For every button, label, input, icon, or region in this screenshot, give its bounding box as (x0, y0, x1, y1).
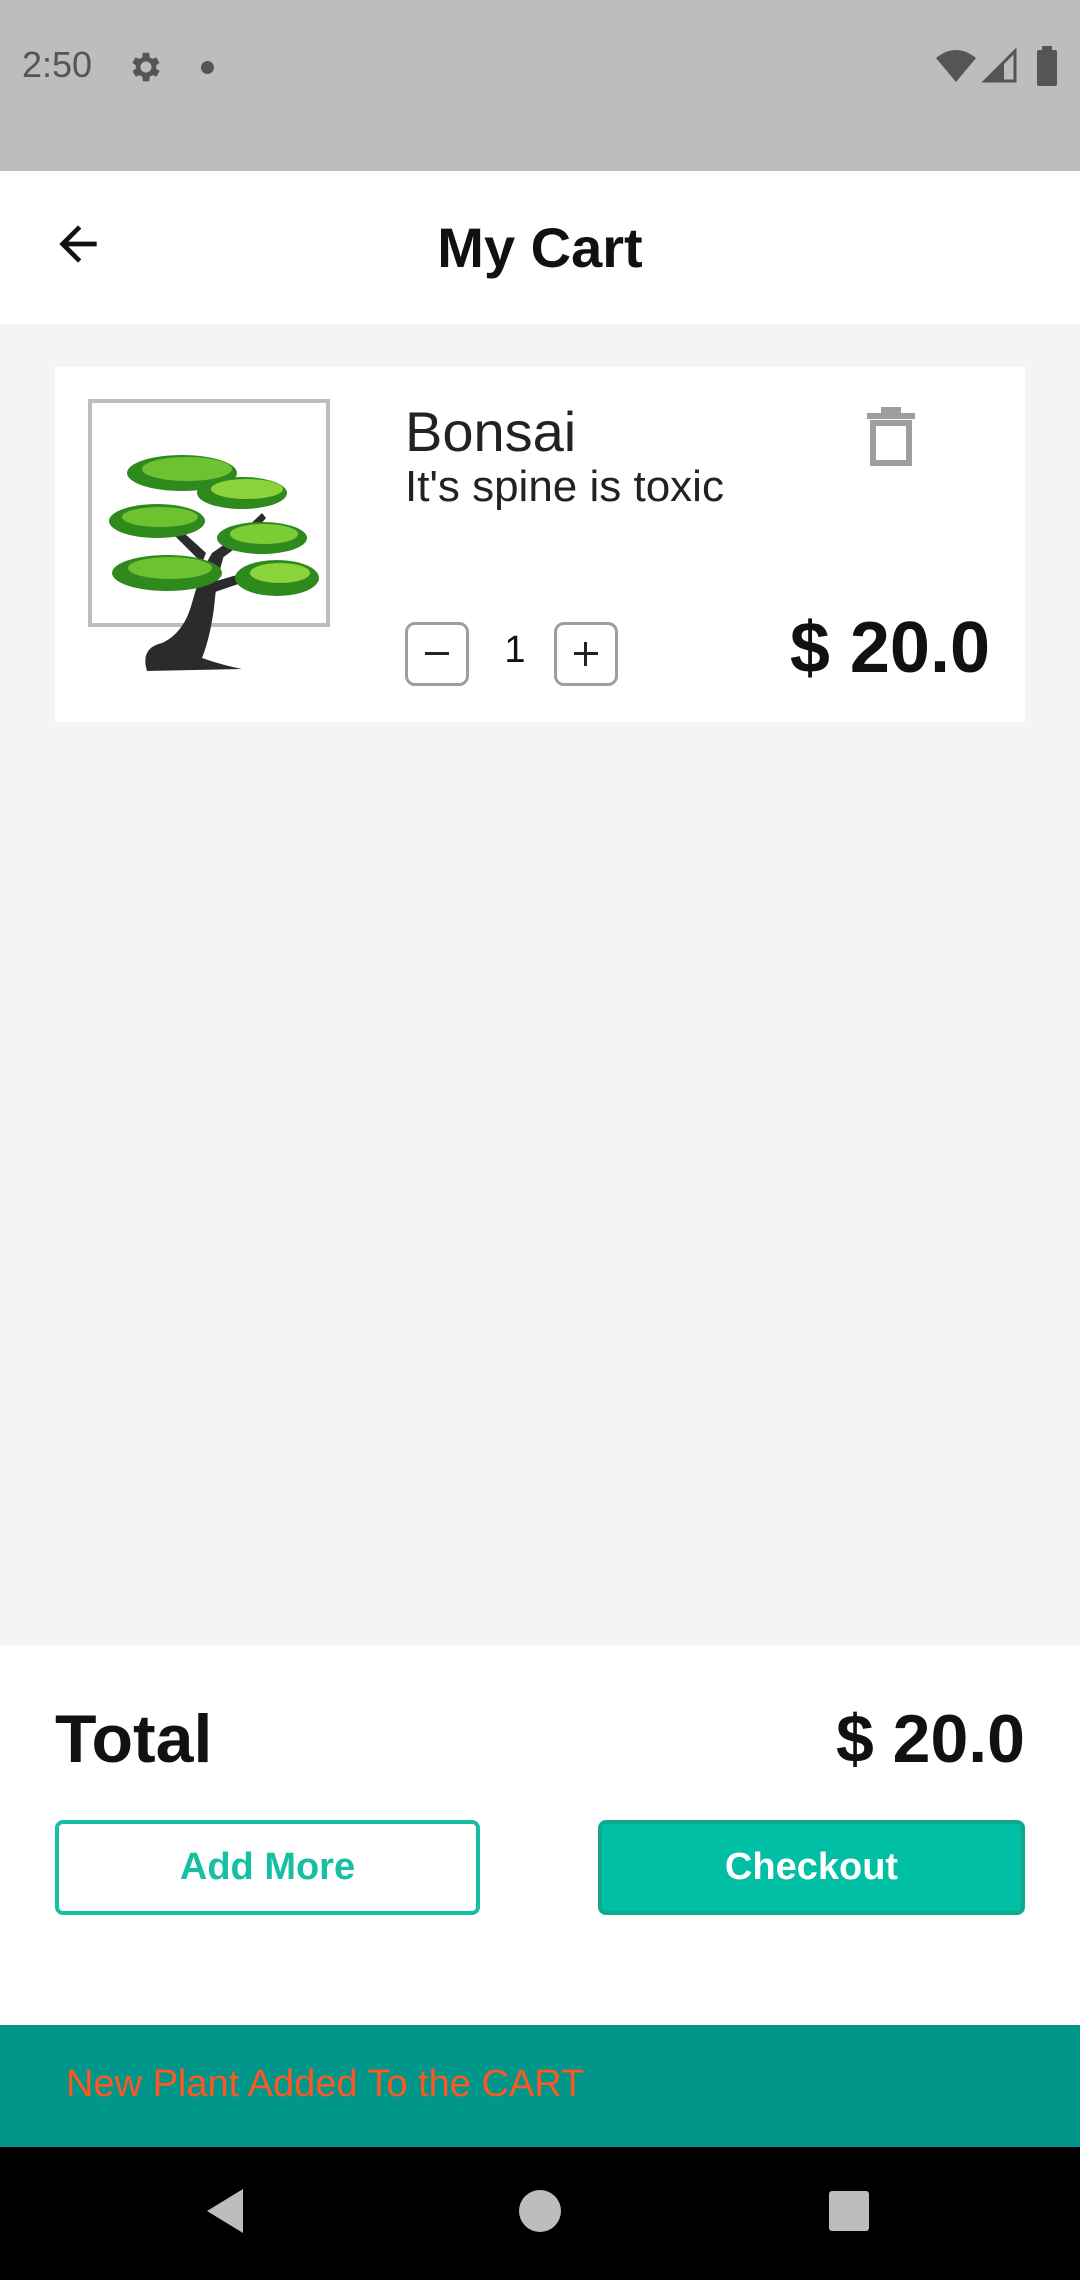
nav-recents-icon[interactable] (829, 2191, 869, 2231)
total-label: Total (55, 1701, 213, 1777)
nav-home-icon[interactable] (519, 2190, 561, 2232)
cell-signal-icon (982, 48, 1017, 83)
system-navigation-bar (0, 2147, 1080, 2280)
item-name: Bonsai (405, 400, 577, 463)
battery-icon (1037, 46, 1057, 86)
plus-icon (574, 642, 598, 666)
app-bar: My Cart (0, 171, 1080, 324)
item-price: $ 20.0 (789, 608, 990, 688)
item-description: It's spine is toxic (405, 462, 724, 511)
delete-trash-icon[interactable] (867, 407, 915, 467)
snackbar: New Plant Added To the CART (0, 2025, 1080, 2147)
product-thumbnail (88, 399, 330, 671)
cart-item-card: Bonsai It's spine is toxic 1 $ 20.0 (55, 367, 1025, 722)
checkout-button[interactable]: Checkout (598, 1820, 1025, 1915)
add-more-button[interactable]: Add More (55, 1820, 480, 1915)
checkout-panel: Total $ 20.0 Add More Checkout (0, 1645, 1080, 2025)
minus-icon (425, 652, 449, 655)
settings-gear-icon (132, 52, 160, 82)
wifi-icon (936, 50, 976, 82)
nav-back-icon[interactable] (205, 2187, 245, 2235)
status-bar: 2:50 (0, 0, 1080, 171)
decrease-quantity-button[interactable] (405, 622, 469, 686)
total-value: $ 20.0 (835, 1701, 1025, 1777)
notification-dot-icon (201, 61, 214, 74)
snackbar-message: New Plant Added To the CART (66, 2063, 585, 2105)
bonsai-tree-image (109, 455, 319, 671)
item-quantity: 1 (504, 629, 526, 671)
page-title: My Cart (437, 216, 643, 279)
increase-quantity-button[interactable] (554, 622, 618, 686)
status-time: 2:50 (22, 44, 93, 85)
